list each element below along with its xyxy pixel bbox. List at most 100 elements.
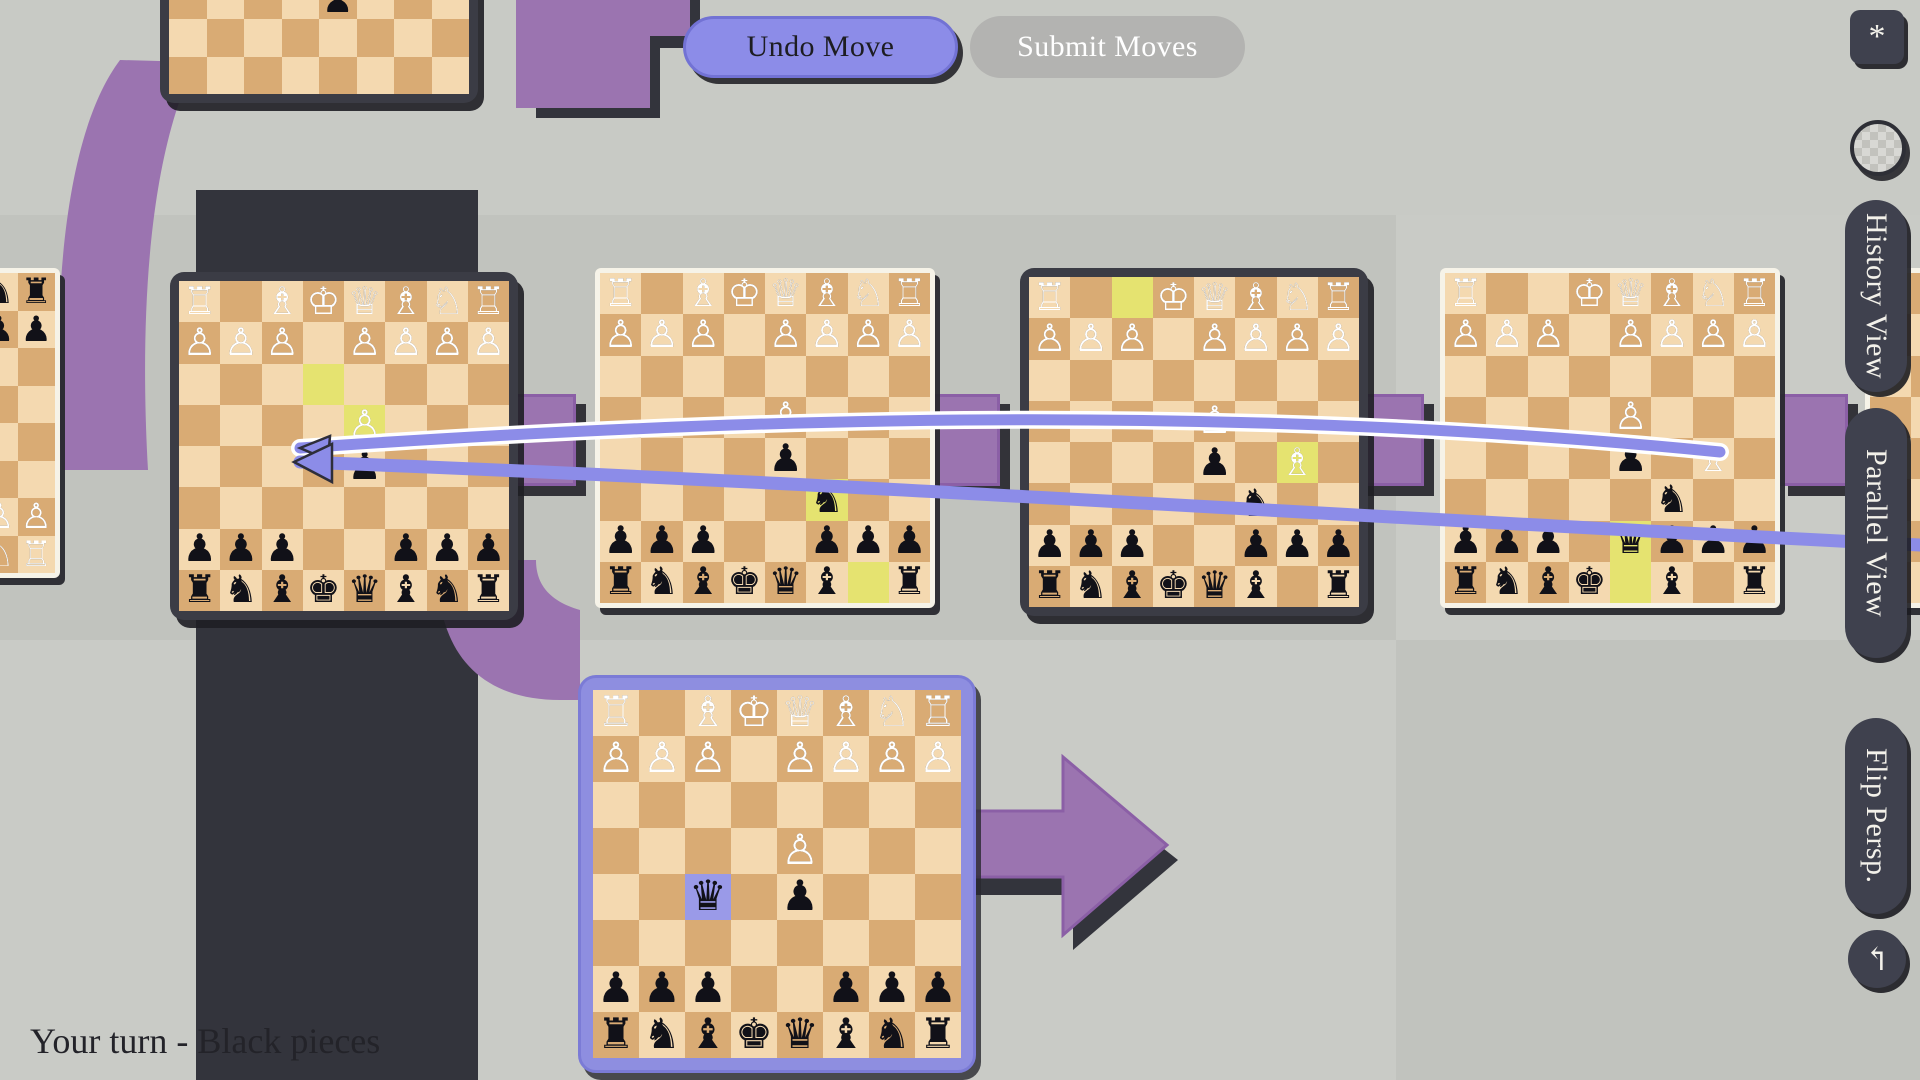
square[interactable]: ♖ [915, 690, 961, 736]
chess-piece[interactable]: ♛ [765, 563, 806, 601]
chess-piece[interactable]: ♟ [823, 968, 869, 1010]
square[interactable]: ♘ [847, 273, 889, 315]
chess-piece[interactable]: ♖ [1734, 275, 1775, 313]
square[interactable]: ♙ [915, 736, 961, 782]
square[interactable] [467, 363, 509, 405]
square[interactable]: ♙ [765, 314, 807, 356]
chess-piece[interactable]: ♛ [685, 876, 731, 918]
square[interactable] [777, 966, 823, 1012]
square[interactable]: ♟ [0, 310, 18, 348]
flip-persp-button[interactable]: Flip Persp. [1845, 718, 1907, 914]
square[interactable] [915, 874, 961, 920]
square[interactable] [467, 446, 509, 488]
chess-piece[interactable]: ♙ [1194, 320, 1235, 358]
square[interactable]: ♗ [1692, 438, 1734, 480]
square[interactable]: ♞ [220, 569, 262, 611]
chess-piece[interactable]: ♟ [1651, 522, 1692, 560]
chess-piece[interactable]: ♖ [1445, 275, 1486, 313]
square[interactable]: ♗ [1235, 277, 1277, 319]
square[interactable] [1568, 438, 1610, 480]
square[interactable] [302, 322, 344, 364]
square[interactable]: ♟ [385, 528, 427, 570]
square[interactable]: ♗ [823, 690, 869, 736]
square[interactable] [467, 404, 509, 446]
chess-piece[interactable]: ♙ [765, 398, 806, 436]
square[interactable] [685, 782, 731, 828]
board-left-partial[interactable]: ♜♞♝♛♚♝♞♜♟♟♟♟♟♟♟♟♙♙♙♙♙♙♙♙♖♘♗♕♔♗♘♖ [0, 273, 55, 573]
square[interactable]: ♙ [1111, 318, 1153, 360]
square[interactable]: ♟ [1911, 520, 1920, 562]
square[interactable]: ♙ [385, 322, 427, 364]
square[interactable]: ♟ [1276, 524, 1318, 566]
square[interactable] [281, 0, 319, 19]
chess-piece[interactable]: ♔ [303, 283, 344, 321]
square[interactable] [823, 828, 869, 874]
square[interactable]: ♗ [1276, 442, 1318, 484]
chess-piece[interactable]: ♕ [1610, 275, 1651, 313]
square[interactable]: ♔ [1152, 277, 1194, 319]
square[interactable] [356, 56, 394, 94]
square[interactable]: ♖ [179, 281, 221, 323]
square[interactable]: ♙ [685, 736, 731, 782]
square[interactable] [426, 404, 468, 446]
square[interactable]: ♙ [426, 322, 468, 364]
square[interactable]: ♟ [869, 966, 915, 1012]
chess-piece[interactable]: ♟ [683, 522, 724, 560]
board-m2[interactable]: ♖ ♗ ♔ ♕ ♗ ♘ ♖ ♙ ♙ ♙ ♙ ♙ ♙ ♙ ♙ ♟ ♞ ♟ ♟ ♟ ♟ ♟ ♟ ♜ ♞ ♝ ♚ ♛ ♝ ♜ [600, 273, 930, 603]
chess-piece[interactable]: ♜ [593, 1014, 639, 1056]
square[interactable]: ♝ [1527, 561, 1569, 603]
square[interactable]: ♟ [1651, 520, 1693, 562]
square[interactable] [641, 438, 683, 480]
chess-piece[interactable]: ♜ [1318, 567, 1359, 605]
square[interactable] [302, 446, 344, 488]
square[interactable]: ♜ [593, 1012, 639, 1058]
chess-piece[interactable]: ♗ [806, 275, 847, 313]
square[interactable]: ♞ [1070, 565, 1112, 607]
square[interactable]: ♜ [600, 561, 642, 603]
chess-piece[interactable]: ♟ [1318, 526, 1359, 564]
square[interactable]: ♟ [823, 966, 869, 1012]
chess-piece[interactable]: ♞ [869, 1014, 915, 1056]
square[interactable]: ♞ [641, 561, 683, 603]
chess-piece[interactable]: ♖ [1318, 279, 1359, 317]
square[interactable] [593, 782, 639, 828]
square[interactable] [1111, 359, 1153, 401]
square[interactable] [1276, 565, 1318, 607]
square[interactable] [431, 56, 469, 94]
chess-piece[interactable]: ♖ [468, 283, 509, 321]
square[interactable]: ♟ [1692, 520, 1734, 562]
board-m1[interactable]: ♖ ♗ ♔ ♕ ♗ ♘ ♖ ♙ ♙ ♙ ♙ ♙ ♙ ♙ ♙ ♟ ♟ ♟ ♟ ♟ ♟ ♟ ♜ ♞ ♝ ♚ ♛ ♝ ♞ ♜ [179, 281, 509, 611]
square[interactable]: ♟ [467, 528, 509, 570]
square[interactable]: ♟ [847, 520, 889, 562]
parallel-view-button[interactable]: Parallel View [1845, 408, 1907, 658]
undo-arrow-icon[interactable]: ↰ [1848, 930, 1906, 988]
chess-piece[interactable]: ♟ [1693, 522, 1734, 560]
chess-piece[interactable]: ♙ [1734, 316, 1775, 354]
square[interactable]: ♟ [639, 966, 685, 1012]
chess-piece[interactable]: ♘ [848, 275, 889, 313]
square[interactable]: ♕ [765, 273, 807, 315]
square[interactable] [593, 920, 639, 966]
square[interactable]: ♙ [1276, 318, 1318, 360]
square[interactable]: ♝ [806, 561, 848, 603]
square[interactable] [731, 966, 777, 1012]
square[interactable]: ♞ [1486, 561, 1528, 603]
square[interactable] [723, 438, 765, 480]
chess-piece[interactable]: ♕ [1194, 279, 1235, 317]
chess-piece[interactable]: ♜ [18, 274, 56, 309]
chess-piece[interactable]: ♙ [777, 738, 823, 780]
square[interactable] [302, 404, 344, 446]
chess-piece[interactable]: ♙ [344, 324, 385, 362]
square[interactable] [1152, 442, 1194, 484]
chess-piece[interactable]: ♙ [262, 324, 303, 362]
square[interactable] [261, 446, 303, 488]
square[interactable] [1692, 479, 1734, 521]
square[interactable] [261, 404, 303, 446]
square[interactable] [220, 446, 262, 488]
chess-piece[interactable]: ♟ [1528, 522, 1569, 560]
chess-piece[interactable]: ♟ [915, 968, 961, 1010]
chess-piece[interactable]: ♝ [1112, 567, 1153, 605]
square[interactable]: ♟ [17, 310, 55, 348]
square[interactable] [356, 19, 394, 57]
square[interactable] [600, 355, 642, 397]
